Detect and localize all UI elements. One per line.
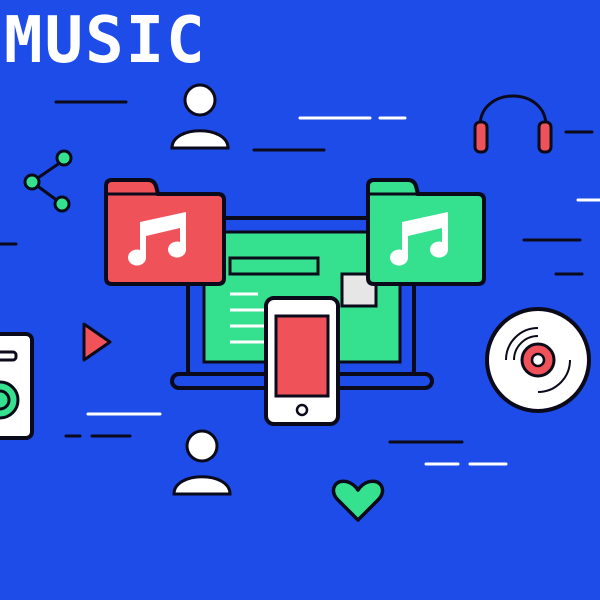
smartphone (264, 296, 340, 426)
music-note-folder-green (366, 178, 486, 286)
play-icon (82, 322, 112, 362)
vinyl-disc-icon (485, 307, 591, 413)
share-icon (23, 149, 73, 213)
headphones-icon (473, 94, 553, 154)
page-title: MUSIC (4, 4, 207, 78)
music-note-folder-red (104, 178, 226, 286)
user-icon (172, 429, 232, 496)
heart-icon (331, 479, 385, 522)
user-icon (170, 83, 230, 150)
speaker-icon (0, 332, 34, 440)
music-illustration: MUSIC (0, 4, 600, 522)
